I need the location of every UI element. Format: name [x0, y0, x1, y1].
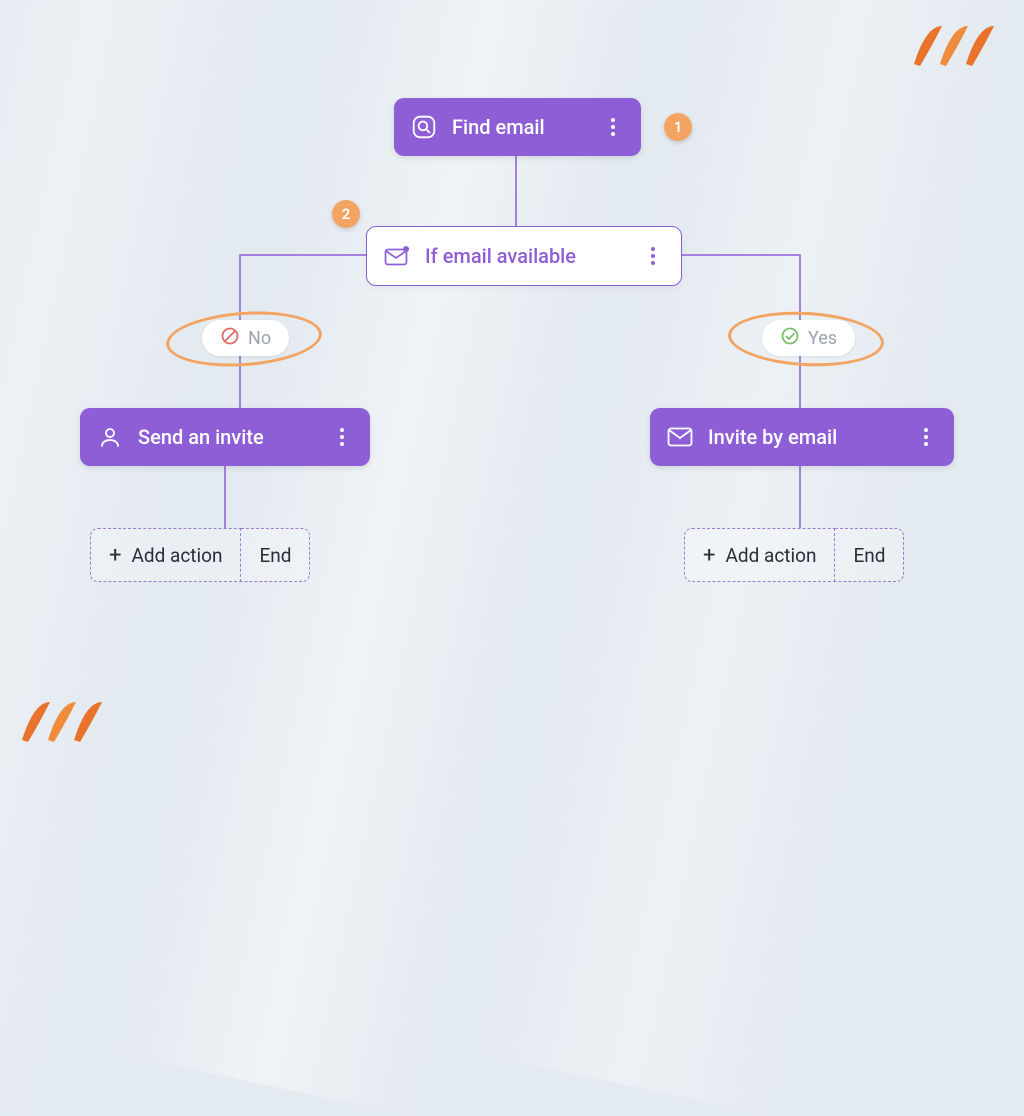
person-icon — [96, 423, 124, 451]
search-icon — [410, 113, 438, 141]
node-label: Find email — [452, 115, 601, 139]
mail-notify-icon — [383, 242, 411, 270]
add-action-label: Add action — [131, 544, 222, 567]
mail-icon — [666, 423, 694, 451]
plus-icon: + — [703, 543, 715, 568]
kebab-menu-icon[interactable] — [914, 428, 938, 446]
kebab-menu-icon[interactable] — [641, 247, 665, 265]
kebab-menu-icon[interactable] — [601, 118, 625, 136]
add-group-left: + Add action End — [90, 528, 310, 582]
step-badge-1: 1 — [664, 113, 692, 141]
end-button[interactable]: End — [241, 528, 310, 582]
branch-no-pill[interactable]: No — [202, 320, 289, 356]
node-if-email-available[interactable]: If email available — [366, 226, 682, 286]
yes-icon — [780, 326, 800, 350]
branch-yes-pill[interactable]: Yes — [762, 320, 855, 356]
brand-logo-top — [912, 20, 1004, 72]
end-label: End — [853, 544, 885, 567]
branch-label: Yes — [808, 328, 837, 349]
node-find-email[interactable]: Find email — [394, 98, 641, 156]
node-invite-by-email[interactable]: Invite by email — [650, 408, 954, 466]
add-action-button[interactable]: + Add action — [90, 528, 241, 582]
node-label: Send an invite — [138, 425, 330, 449]
end-button[interactable]: End — [835, 528, 904, 582]
node-send-invite[interactable]: Send an invite — [80, 408, 370, 466]
plus-icon: + — [109, 543, 121, 568]
kebab-menu-icon[interactable] — [330, 428, 354, 446]
no-icon — [220, 326, 240, 350]
node-label: If email available — [425, 244, 641, 268]
add-action-button[interactable]: + Add action — [684, 528, 835, 582]
step-badge-2: 2 — [332, 200, 360, 228]
branch-label: No — [248, 328, 271, 349]
add-action-label: Add action — [725, 544, 816, 567]
end-label: End — [259, 544, 291, 567]
brand-logo-bottom — [20, 696, 112, 748]
node-label: Invite by email — [708, 425, 914, 449]
add-group-right: + Add action End — [684, 528, 904, 582]
